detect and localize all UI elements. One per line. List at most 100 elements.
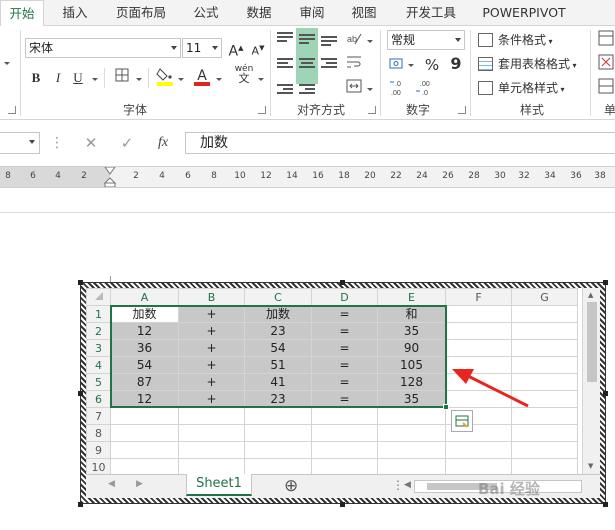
fill-handle[interactable] [443, 404, 449, 410]
cell[interactable] [445, 390, 512, 408]
tab-data[interactable]: 数据 [234, 0, 284, 26]
add-sheet-button[interactable]: ⊕ [284, 475, 298, 497]
cell[interactable]: 23 [244, 390, 312, 408]
column-header-c[interactable]: C [244, 288, 312, 306]
scroll-down-icon[interactable]: ▼ [588, 462, 593, 470]
cell[interactable] [445, 458, 512, 476]
cell[interactable]: 35 [377, 390, 446, 408]
cell[interactable] [311, 407, 378, 425]
wrap-text-button[interactable] [344, 54, 364, 74]
fill-color-dropdown-icon[interactable] [178, 78, 184, 81]
font-color-dropdown-icon[interactable] [216, 78, 222, 81]
format-as-table-button[interactable]: 套用表格格式 ▾ [476, 54, 577, 74]
cell[interactable] [178, 458, 245, 476]
next-sheet-icon[interactable]: ▶ [136, 479, 143, 489]
percent-button[interactable]: % [422, 55, 442, 75]
cell[interactable]: 54 [110, 356, 179, 374]
resize-handle[interactable] [603, 502, 608, 507]
resize-handle[interactable] [603, 280, 608, 285]
clipboard-launcher-icon[interactable] [8, 106, 16, 114]
cell[interactable] [110, 407, 179, 425]
tab-formulas[interactable]: 公式 [182, 0, 230, 26]
align-middle-button[interactable] [299, 34, 315, 48]
cell[interactable]: = [311, 339, 378, 357]
increase-indent-button[interactable] [299, 84, 315, 98]
cell[interactable]: 51 [244, 356, 312, 374]
resize-handle[interactable] [603, 391, 608, 396]
vertical-scroll-thumb[interactable] [587, 302, 597, 382]
select-all-corner[interactable] [86, 288, 111, 306]
cell[interactable] [377, 458, 446, 476]
cell[interactable]: = [311, 390, 378, 408]
cell[interactable] [377, 407, 446, 425]
name-box[interactable] [0, 132, 40, 154]
cell[interactable] [511, 458, 578, 476]
tab-powerpivot[interactable]: POWERPIVOT [474, 0, 574, 26]
cell[interactable] [244, 441, 312, 459]
resize-handle[interactable] [78, 280, 83, 285]
column-header-b[interactable]: B [178, 288, 245, 306]
quick-analysis-button[interactable] [451, 410, 473, 432]
row-header[interactable]: 3 [86, 339, 111, 357]
cell[interactable]: 41 [244, 373, 312, 391]
cell[interactable]: 54 [244, 339, 312, 357]
resize-handle[interactable] [340, 502, 345, 507]
accounting-format-button[interactable] [388, 56, 408, 76]
confirm-entry-button[interactable]: ✓ [112, 132, 142, 154]
row-header[interactable]: 8 [86, 424, 111, 442]
align-right-button[interactable] [321, 58, 337, 72]
borders-button[interactable] [112, 68, 132, 88]
underline-button[interactable]: U [68, 68, 88, 88]
formula-bar-grip-icon[interactable]: ⋮ [50, 133, 64, 153]
cell[interactable] [244, 458, 312, 476]
font-name-select[interactable]: 宋体 [25, 38, 181, 58]
cell[interactable] [445, 356, 512, 374]
cell[interactable]: 105 [377, 356, 446, 374]
scroll-up-icon[interactable]: ▲ [588, 291, 593, 299]
cell[interactable] [445, 373, 512, 391]
cell[interactable]: 12 [110, 390, 179, 408]
cell[interactable] [377, 441, 446, 459]
sheet-tab-sheet1[interactable]: Sheet1 [186, 474, 252, 496]
resize-handle[interactable] [340, 280, 345, 285]
cell[interactable] [178, 407, 245, 425]
cell[interactable] [511, 424, 578, 442]
merge-dropdown-icon[interactable] [367, 88, 373, 91]
row-header[interactable]: 10 [86, 458, 111, 476]
row-header[interactable]: 1 [86, 305, 111, 323]
alignment-launcher-icon[interactable] [368, 106, 376, 114]
decrease-indent-button[interactable] [277, 84, 293, 98]
row-header[interactable]: 9 [86, 441, 111, 459]
cell[interactable]: = [311, 305, 378, 323]
cell[interactable]: = [311, 322, 378, 340]
cell[interactable] [445, 441, 512, 459]
align-bottom-button[interactable] [321, 36, 337, 50]
font-size-select[interactable]: 11 [182, 38, 222, 58]
cell[interactable] [445, 305, 512, 323]
clipboard-dropdown-icon[interactable] [4, 62, 10, 65]
fill-color-button[interactable] [155, 66, 175, 86]
cell[interactable]: + [178, 305, 245, 323]
cell[interactable]: = [311, 373, 378, 391]
italic-button[interactable]: I [48, 68, 68, 88]
cell[interactable]: = [311, 356, 378, 374]
grow-font-button[interactable]: A▲ [226, 38, 246, 60]
cell[interactable]: 加数 [110, 305, 179, 323]
cell-styles-button[interactable]: 单元格样式 ▾ [476, 78, 565, 98]
tab-page-layout[interactable]: 页面布局 [104, 0, 178, 26]
orientation-button[interactable]: ab [344, 30, 364, 50]
row-header[interactable]: 2 [86, 322, 111, 340]
column-header-g[interactable]: G [511, 288, 578, 306]
resize-handle[interactable] [78, 391, 83, 396]
phonetic-dropdown-icon[interactable] [258, 78, 264, 81]
font-color-button[interactable]: A [192, 66, 212, 86]
cell[interactable] [178, 441, 245, 459]
insert-function-button[interactable]: fx [148, 132, 178, 154]
cell[interactable]: + [178, 390, 245, 408]
comma-style-button[interactable]: 9 [446, 54, 466, 74]
formula-input[interactable]: 加数 [185, 132, 615, 154]
number-format-select[interactable]: 常规 [387, 30, 465, 50]
scroll-left-icon[interactable]: ◀ [404, 480, 411, 490]
cell[interactable] [511, 407, 578, 425]
cell[interactable]: 和 [377, 305, 446, 323]
